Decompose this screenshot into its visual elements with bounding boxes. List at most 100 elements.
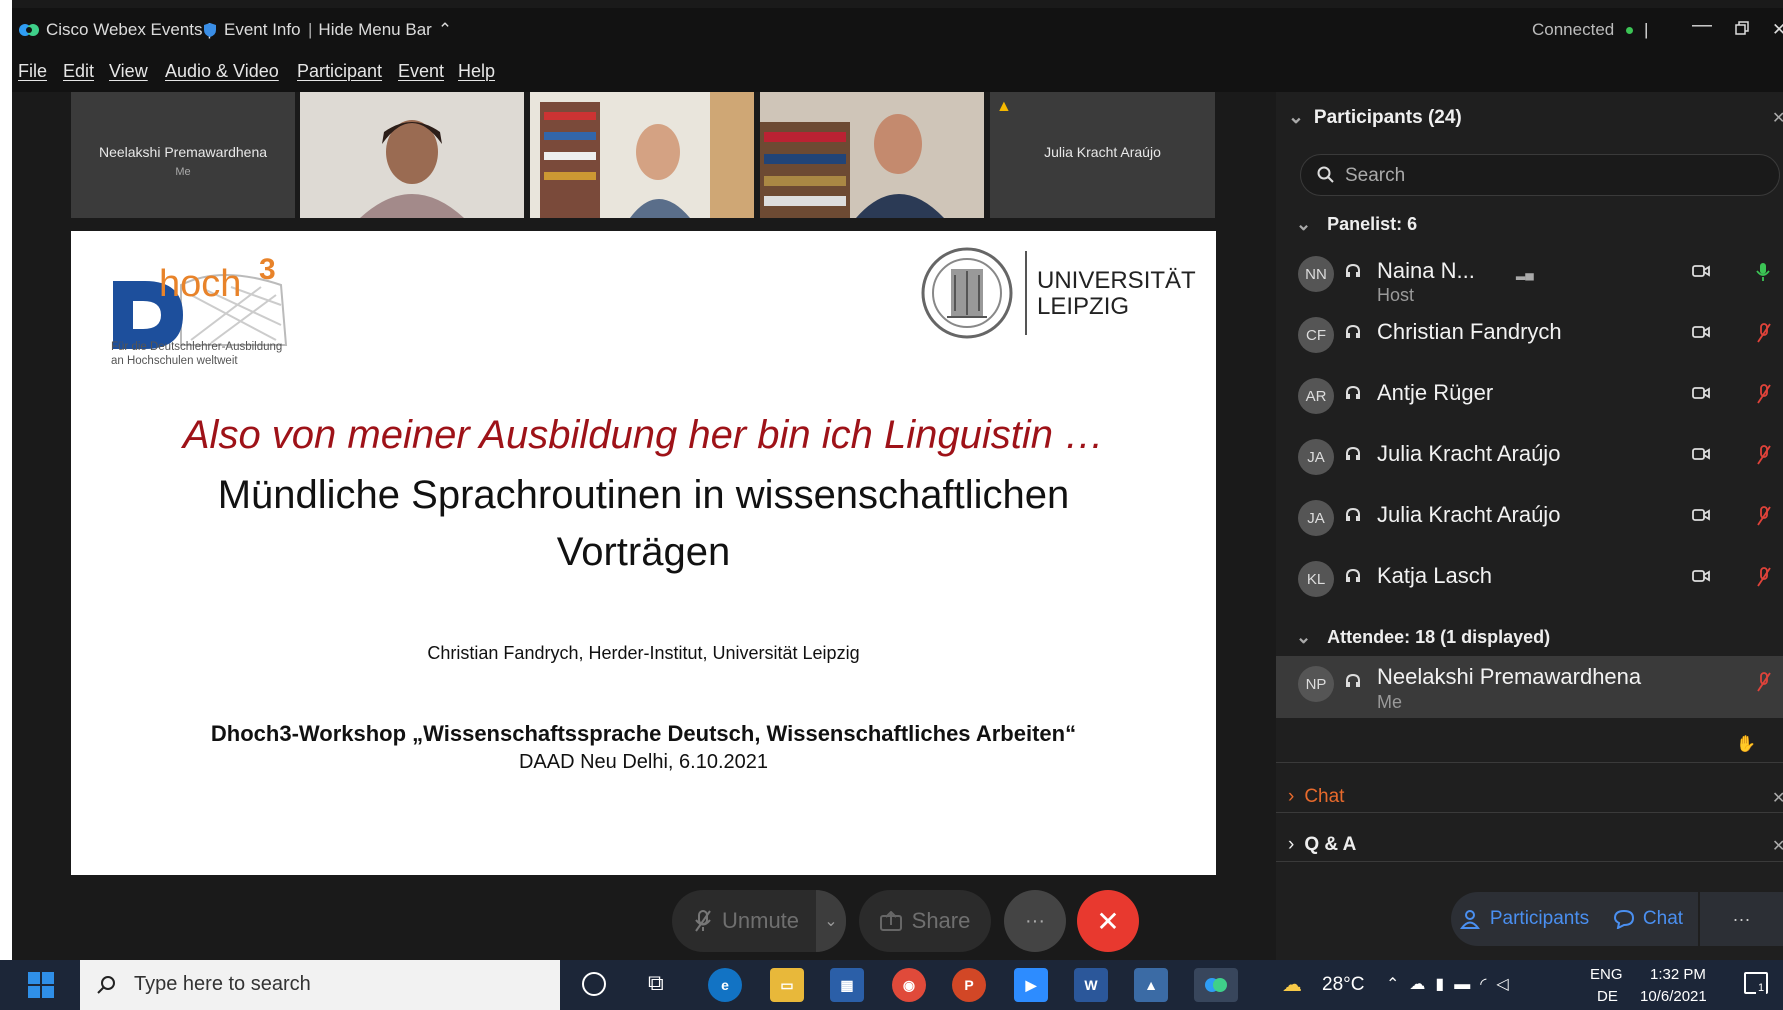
hide-menu-bar-button[interactable]: | Hide Menu Bar ⌃ <box>308 20 452 40</box>
participant-row[interactable]: KL Katja Lasch <box>1276 551 1783 611</box>
menu-file[interactable]: File <box>18 61 47 82</box>
slide-workshop: Dhoch3-Workshop „Wissenschaftssprache De… <box>210 721 1077 746</box>
menu-participant[interactable]: Participant <box>297 61 382 82</box>
webex-logo-icon <box>19 24 39 36</box>
menu-audio-video[interactable]: Audio & Video <box>165 61 279 82</box>
attendee-section-header[interactable]: ⌄ Attendee: 18 (1 displayed) <box>1296 627 1550 648</box>
video-tile-participant-2[interactable] <box>530 92 754 218</box>
taskbar-search-input[interactable]: Type here to search <box>80 960 560 1010</box>
search-input[interactable]: Search <box>1300 154 1780 196</box>
signal-icon: ▂▄ <box>1516 266 1534 280</box>
headset-icon <box>1344 323 1362 346</box>
slide-title-red: Also von meiner Ausbildung her bin ich L… <box>182 413 1105 457</box>
close-window-icon[interactable]: ✕ <box>1772 20 1783 40</box>
clock-time[interactable]: 1:32 PM <box>1650 966 1706 983</box>
close-chat-icon[interactable]: ✕ <box>1772 788 1783 808</box>
divider <box>1276 812 1783 813</box>
photos-icon[interactable]: ▲ <box>1134 968 1168 1002</box>
headset-icon <box>1344 445 1362 468</box>
word-icon[interactable]: W <box>1074 968 1108 1002</box>
university-logo: UNIVERSITÄT LEIPZIG <box>919 245 1196 341</box>
divider <box>1025 251 1027 335</box>
slide-date-place: DAAD Neu Delhi, 6.10.2021 <box>518 751 769 773</box>
powerpoint-icon[interactable]: P <box>952 968 986 1002</box>
slide-author: Christian Fandrych, Herder-Institut, Uni… <box>427 643 860 663</box>
headset-icon <box>1344 262 1362 285</box>
restore-icon[interactable] <box>1734 20 1750 36</box>
status-dot-icon <box>1626 26 1634 34</box>
close-panel-icon[interactable]: ✕ <box>1772 108 1783 128</box>
system-tray-icons[interactable]: ⌃☁▮▬◜◁ <box>1386 974 1519 994</box>
minimize-icon[interactable]: — <box>1692 14 1712 37</box>
share-icon <box>879 911 902 931</box>
video-tile-participant-1[interactable] <box>300 92 524 218</box>
mic-muted-icon <box>1756 672 1772 697</box>
raise-hand-icon[interactable]: ✋ <box>1736 734 1756 754</box>
keyboard-layout[interactable]: DE <box>1597 988 1618 1005</box>
menu-help[interactable]: Help <box>458 61 495 82</box>
notifications-icon[interactable]: 1 <box>1744 972 1768 994</box>
avatar: NP <box>1298 666 1334 702</box>
participant-row-self[interactable]: NP Neelakshi Premawardhena Me <box>1276 656 1783 718</box>
participant-row[interactable]: JA Julia Kracht Araújo <box>1276 429 1783 489</box>
shield-icon <box>204 23 216 37</box>
left-edge <box>0 0 12 960</box>
chat-bubble-icon <box>1613 909 1634 929</box>
unmute-options-button[interactable]: ⌄ <box>816 890 846 952</box>
camera-icon <box>1692 508 1710 527</box>
mic-muted-icon <box>1756 323 1772 348</box>
menu-edit[interactable]: Edit <box>63 61 94 82</box>
participants-button[interactable]: Participants <box>1451 892 1598 946</box>
chat-button[interactable]: Chat <box>1598 892 1698 946</box>
leave-button[interactable]: ✕ <box>1077 890 1139 952</box>
separator: | <box>1644 20 1649 39</box>
video-tile-self[interactable]: Neelakshi Premawardhena Me <box>71 92 295 218</box>
clock-date[interactable]: 10/6/2021 <box>1640 988 1707 1005</box>
language-indicator[interactable]: ENG <box>1590 966 1623 983</box>
mic-muted-icon <box>1756 384 1772 409</box>
dhoch3-logo: hoch 3 Für die Deutschlehrer-Ausbildung … <box>111 245 321 367</box>
temperature: 28°C <box>1322 974 1365 995</box>
chevron-right-icon: › <box>1288 786 1295 807</box>
video-tile-julia[interactable]: ▲ Julia Kracht Araújo <box>990 92 1215 218</box>
event-info-button[interactable]: Event Info <box>202 20 301 40</box>
store-icon[interactable]: ▦ <box>830 968 864 1002</box>
qa-section-header[interactable]: › Q & A <box>1288 834 1356 856</box>
more-options-button[interactable]: ··· <box>1004 890 1066 952</box>
more-panels-button[interactable]: ··· <box>1700 892 1783 946</box>
chrome-icon[interactable]: ◉ <box>892 968 926 1002</box>
avatar: AR <box>1298 378 1334 414</box>
task-view-icon[interactable]: ⧉ <box>648 970 664 996</box>
participant-row[interactable]: JA Julia Kracht Araújo <box>1276 490 1783 550</box>
chevron-down-icon: ⌄ <box>824 913 838 930</box>
edge-icon[interactable]: e <box>708 968 742 1002</box>
zoom-icon[interactable]: ▶ <box>1014 968 1048 1002</box>
file-explorer-icon[interactable]: ▭ <box>770 968 804 1002</box>
connection-status: Connected <box>1532 20 1634 40</box>
avatar: NN <box>1298 256 1334 292</box>
title-bar: Cisco Webex Events | Event Info | Hide M… <box>12 8 1783 54</box>
close-icon: ✕ <box>1096 905 1120 937</box>
windows-taskbar: Type here to search ⧉ e ▭ ▦ ◉ P ▶ W ▲ ☁ … <box>0 960 1783 1010</box>
participant-row[interactable]: AR Antje Rüger <box>1276 368 1783 428</box>
headset-icon <box>1344 384 1362 407</box>
start-button[interactable] <box>28 972 54 998</box>
webex-taskbar-icon[interactable] <box>1194 968 1238 1002</box>
participants-panel: ⌄ Participants (24) ✕ Search ⌄ Panelist:… <box>1276 92 1783 960</box>
camera-icon <box>1692 264 1710 283</box>
participants-header[interactable]: ⌄ Participants (24) <box>1288 106 1462 129</box>
video-tile-participant-3[interactable] <box>760 92 984 218</box>
menu-view[interactable]: View <box>109 61 148 82</box>
camera-icon <box>1692 325 1710 344</box>
chat-section-header[interactable]: › Chat <box>1288 786 1344 808</box>
participant-video-icon <box>760 92 984 218</box>
participant-row[interactable]: CF Christian Fandrych <box>1276 307 1783 367</box>
menu-event[interactable]: Event <box>398 61 444 82</box>
close-qa-icon[interactable]: ✕ <box>1772 836 1783 856</box>
share-button[interactable]: Share <box>859 890 991 952</box>
weather-icon[interactable]: ☁ <box>1282 972 1302 997</box>
participant-row[interactable]: NN Naina N... Host ▂▄ <box>1276 246 1783 306</box>
cortana-icon[interactable] <box>582 972 606 996</box>
avatar: JA <box>1298 500 1334 536</box>
panelist-section-header[interactable]: ⌄ Panelist: 6 <box>1296 214 1417 235</box>
